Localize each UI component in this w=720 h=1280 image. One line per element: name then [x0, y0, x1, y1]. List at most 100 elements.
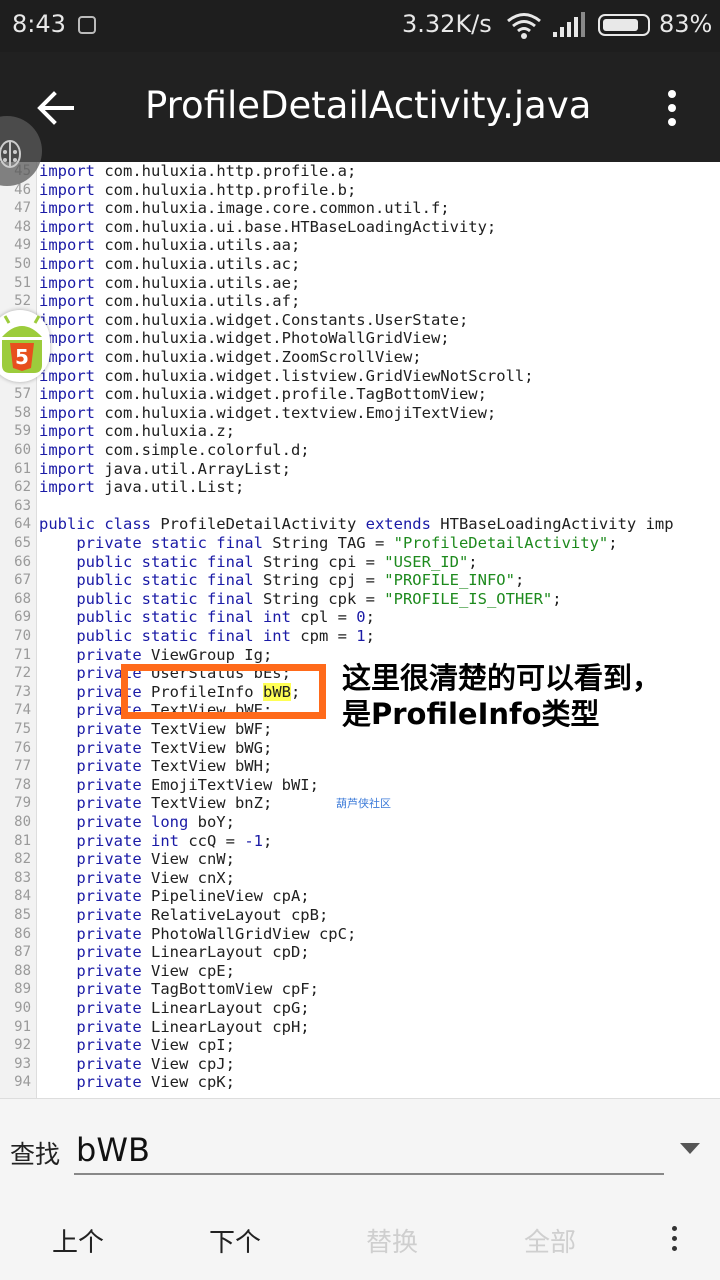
code-text: private ViewGroup Ig; — [39, 646, 272, 665]
code-token: ; — [552, 589, 562, 608]
code-text: import com.huluxia.z; — [39, 422, 235, 441]
code-text: private PipelineView cpA; — [39, 887, 310, 906]
code-token: com.huluxia.utils.ac; — [95, 255, 301, 273]
prev-button[interactable]: 上个 — [52, 1222, 104, 1259]
line-number: 65 — [14, 535, 31, 551]
code-token: "PROFILE_INFO" — [384, 571, 515, 590]
arrow-back-icon[interactable] — [36, 88, 76, 128]
code-token: com.simple.colorful.d; — [95, 441, 310, 459]
code-line: 66 public static final String cpi = "USE… — [0, 553, 720, 572]
code-line: 49 import com.huluxia.utils.aa; — [0, 236, 720, 255]
code-token: import — [39, 255, 95, 273]
code-token: String cpj = — [253, 571, 385, 590]
svg-text:5: 5 — [15, 345, 29, 369]
code-token: 1 — [356, 627, 366, 645]
code-token: com.huluxia.utils.af; — [95, 292, 301, 311]
replace-button[interactable]: 替换 — [366, 1222, 418, 1259]
next-button[interactable]: 下个 — [209, 1222, 261, 1259]
line-number: 64 — [14, 516, 31, 533]
code-line: 64 public class ProfileDetailActivity ext… — [0, 515, 720, 534]
code-token: import — [39, 403, 95, 422]
code-token: ; — [365, 608, 375, 627]
code-editor[interactable]: 45import com.huluxia.http.profile.a;46im… — [0, 162, 720, 1098]
line-number: 81 — [14, 832, 31, 849]
line-number: 59 — [14, 423, 31, 440]
more-vert-icon[interactable] — [660, 88, 684, 128]
code-text: private EmojiTextView bWI; — [39, 776, 319, 795]
code-token: com.huluxia.http.profile.b; — [95, 180, 357, 199]
code-token: ; — [468, 552, 478, 571]
code-token: com.huluxia.ui.base.HTBaseLoadingActivit… — [95, 217, 497, 236]
code-text: import com.huluxia.http.profile.a; — [39, 162, 356, 181]
dropdown-arrow-icon[interactable] — [680, 1143, 700, 1154]
line-number: 58 — [14, 404, 31, 421]
floating-html5-button[interactable]: 5 — [0, 310, 50, 382]
code-text: import java.util.ArrayList; — [39, 460, 291, 479]
code-token: PipelineView cpA; — [141, 887, 310, 906]
code-text: private LinearLayout cpH; — [39, 1018, 309, 1037]
code-text: import com.huluxia.utils.ac; — [39, 255, 300, 274]
code-line: 70 public static final int cpm = 1; — [0, 627, 720, 646]
line-number: 49 — [14, 237, 31, 254]
code-token: com.huluxia.widget.listview.GridViewNotS… — [95, 366, 534, 385]
line-number: 70 — [14, 628, 31, 644]
code-token: com.huluxia.http.profile.a; — [95, 162, 357, 180]
status-bar: 8:43 3.32K/s 83% — [0, 0, 720, 52]
code-token: private — [76, 924, 142, 943]
code-line: 85 private RelativeLayout cpB; — [0, 906, 720, 925]
line-number: 78 — [14, 776, 31, 793]
code-token: com.huluxia.widget.ZoomScrollView; — [95, 348, 422, 366]
code-line: 94 private View cpK; — [0, 1073, 720, 1092]
page-title: ProfileDetailActivity.java — [145, 84, 592, 127]
code-text: import java.util.List; — [39, 478, 244, 497]
code-text: public static final String cpk = "PROFIL… — [39, 589, 562, 609]
annotation-text: 这里很清楚的可以看到，是ProfileInfo类型 — [342, 661, 662, 731]
code-line: 80 private long boY; — [0, 813, 720, 832]
code-token: private long — [76, 813, 189, 831]
code-token: ; — [365, 627, 375, 645]
code-line: 92 private View cpI; — [0, 1036, 720, 1055]
code-text: private LinearLayout cpG; — [39, 999, 310, 1018]
code-line: 67 public static final String cpj = "PRO… — [0, 571, 720, 590]
line-number: 74 — [14, 702, 31, 719]
line-number: 80 — [14, 814, 31, 830]
code-line: 47 import com.huluxia.image.core.common.u… — [0, 199, 720, 218]
code-text: import com.huluxia.ui.base.HTBaseLoading… — [39, 218, 496, 237]
replace-all-button[interactable]: 全部 — [524, 1222, 576, 1259]
code-token: private — [76, 720, 142, 738]
code-token: com.huluxia.widget.profile.TagBottomView… — [95, 385, 487, 404]
code-line: 82 private View cnW; — [0, 850, 720, 869]
code-text: public static final String cpi = "USER_I… — [39, 552, 478, 572]
search-input[interactable]: bWB — [74, 1127, 664, 1175]
code-line: 56import com.huluxia.widget.listview.Gri… — [0, 367, 720, 386]
code-token: public class — [39, 515, 151, 534]
more-vert-icon[interactable] — [670, 1226, 680, 1252]
code-token: cpl = — [290, 608, 357, 627]
code-token: String cpk = — [253, 589, 385, 608]
code-line: 58 import com.huluxia.widget.textview.Emo… — [0, 404, 720, 423]
code-text: private long boY; — [39, 813, 235, 832]
code-line: 89 private TagBottomView cpF; — [0, 980, 720, 999]
code-text: private TagBottomView cpF; — [39, 980, 319, 999]
code-token: LinearLayout cpG; — [141, 999, 310, 1017]
code-text: private View cpJ; — [39, 1055, 235, 1074]
code-line: 86 private PhotoWallGridView cpC; — [0, 925, 720, 944]
code-token: ; — [514, 571, 525, 590]
code-token: View cpK; — [141, 1073, 235, 1092]
code-token: View cpE; — [141, 961, 235, 980]
signal-icon — [553, 12, 585, 37]
code-token: private — [76, 887, 142, 906]
line-number: 61 — [14, 460, 31, 477]
code-token: import — [39, 459, 95, 478]
